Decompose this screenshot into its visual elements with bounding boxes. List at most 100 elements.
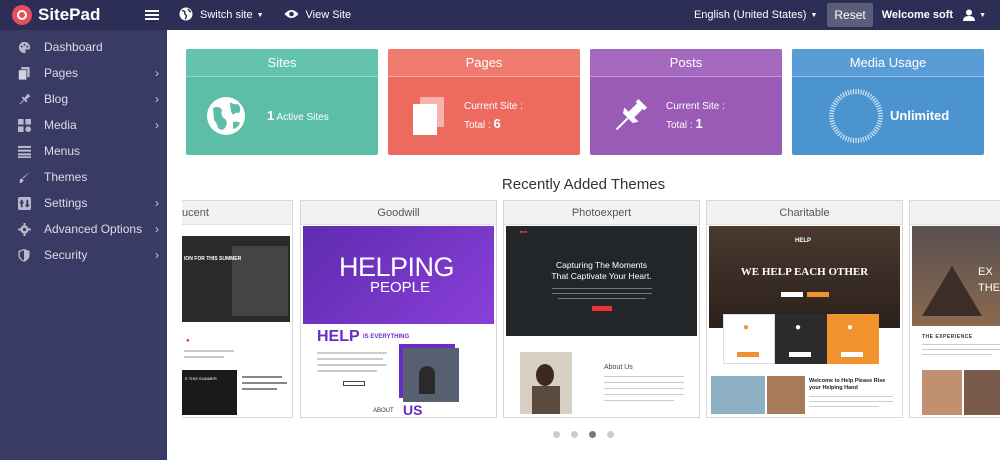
chevron-right-icon: › bbox=[155, 66, 159, 80]
switch-site-dropdown[interactable]: Switch site ▼ bbox=[179, 7, 264, 24]
theme-card-charitable[interactable]: Charitable HELP WE HELP EACH OTHER ● ● ●… bbox=[706, 200, 903, 418]
pages-icon bbox=[17, 66, 31, 80]
sidebar-item-label: Settings bbox=[44, 196, 88, 210]
posts-total: 1 bbox=[695, 116, 703, 131]
sidebar-item-pages[interactable]: Pages › bbox=[0, 60, 167, 86]
brand-name: SitePad bbox=[38, 5, 101, 24]
sidebar-item-dashboard[interactable]: Dashboard bbox=[0, 34, 167, 60]
pages-card[interactable]: Pages Current Site : Total : 6 bbox=[388, 49, 580, 155]
settings-icon bbox=[17, 196, 31, 210]
theme-hero-text: Capturing The Moments bbox=[555, 260, 648, 270]
carousel-pagination bbox=[167, 431, 1000, 438]
sidebar-item-themes[interactable]: Themes bbox=[0, 164, 167, 190]
theme-card-partial[interactable]: EX THE THE EXPERIENCE bbox=[909, 200, 1000, 418]
stats-cards: Sites 1 Active Sites Pages Current Site … bbox=[186, 49, 984, 155]
pin-icon bbox=[17, 92, 31, 106]
sidebar-item-label: Menus bbox=[44, 144, 81, 158]
theme-preview: HELPING PEOPLE HELP IS EVERYTHING ABOUT … bbox=[303, 226, 494, 415]
pages-total: 6 bbox=[493, 116, 501, 131]
caret-down-icon: ▼ bbox=[810, 11, 818, 19]
theme-name: ucent bbox=[182, 201, 292, 225]
hamburger-menu-icon[interactable] bbox=[145, 10, 159, 20]
sidebar-item-advanced-options[interactable]: Advanced Options › bbox=[0, 216, 167, 242]
language-label: English (United States) bbox=[693, 9, 807, 21]
posts-card-title: Posts bbox=[590, 49, 782, 77]
reset-button[interactable]: Reset bbox=[827, 3, 873, 27]
caret-down-icon: ▼ bbox=[979, 11, 986, 19]
theme-hero-sub: That Captivate Your Heart. bbox=[551, 271, 652, 281]
globe-icon bbox=[204, 94, 248, 138]
media-icon bbox=[17, 118, 31, 132]
theme-about-text: ABOUT bbox=[373, 408, 394, 414]
brand[interactable]: SitePad bbox=[0, 0, 167, 30]
chevron-right-icon: › bbox=[155, 92, 159, 106]
sidebar-item-label: Media bbox=[44, 118, 77, 132]
user-icon bbox=[963, 9, 976, 21]
posts-current-site: Current Site : bbox=[666, 101, 725, 112]
theme-preview: EX THE THE EXPERIENCE bbox=[912, 226, 1000, 415]
brush-icon bbox=[17, 170, 31, 184]
media-card-title: Media Usage bbox=[792, 49, 984, 77]
carousel-dot[interactable] bbox=[553, 431, 560, 438]
theme-help-sub: IS EVERYTHING bbox=[363, 334, 410, 340]
carousel-dot[interactable] bbox=[589, 431, 596, 438]
language-dropdown[interactable]: English (United States) ▼ bbox=[694, 9, 817, 21]
posts-total-label: Total : bbox=[666, 120, 693, 131]
theme-name: Photoexpert bbox=[504, 201, 699, 225]
sites-card[interactable]: Sites 1 Active Sites bbox=[186, 49, 378, 155]
media-usage-text: Unlimited bbox=[890, 107, 950, 123]
sites-card-title: Sites bbox=[186, 49, 378, 77]
globe-icon bbox=[179, 7, 193, 24]
palette-icon bbox=[17, 40, 31, 54]
carousel-dot[interactable] bbox=[607, 431, 614, 438]
theme-preview: ■■■ Capturing The Moments That Captivate… bbox=[506, 226, 697, 415]
theme-hero-text: ION FOR THIS SUMMER bbox=[184, 256, 242, 262]
menu-list-icon bbox=[17, 144, 31, 158]
sidebar-item-blog[interactable]: Blog › bbox=[0, 86, 167, 112]
pages-card-title: Pages bbox=[388, 49, 580, 77]
sidebar-item-settings[interactable]: Settings › bbox=[0, 190, 167, 216]
sidebar-item-security[interactable]: Security › bbox=[0, 242, 167, 268]
main-content: Sites 1 Active Sites Pages Current Site … bbox=[167, 30, 1000, 460]
sites-count: 1 bbox=[267, 107, 275, 123]
shield-icon bbox=[17, 248, 31, 262]
sitepad-logo-icon bbox=[12, 5, 32, 25]
gear-icon bbox=[17, 222, 31, 236]
sites-text: Active Sites bbox=[276, 111, 329, 123]
theme-about-text: About Us bbox=[604, 364, 633, 371]
switch-site-label: Switch site bbox=[200, 9, 253, 21]
theme-preview: HELP WE HELP EACH OTHER ● ● ● Welcome to… bbox=[709, 226, 900, 415]
posts-card[interactable]: Posts Current Site : Total : 1 bbox=[590, 49, 782, 155]
pushpin-icon bbox=[608, 94, 652, 138]
recent-themes-title: Recently Added Themes bbox=[501, 176, 666, 193]
theme-hero-text: WE HELP EACH OTHER bbox=[740, 266, 869, 278]
sidebar-item-media[interactable]: Media › bbox=[0, 112, 167, 138]
chevron-right-icon: › bbox=[155, 222, 159, 236]
theme-name: Goodwill bbox=[301, 201, 496, 225]
theme-card-photoexpert[interactable]: Photoexpert ■■■ Capturing The Moments Th… bbox=[503, 200, 700, 418]
pages-icon bbox=[406, 94, 450, 138]
view-site-link[interactable]: View Site bbox=[284, 9, 352, 22]
sidebar-item-menus[interactable]: Menus bbox=[0, 138, 167, 164]
theme-hero-sub: THE bbox=[978, 282, 1000, 294]
sidebar-item-label: Themes bbox=[44, 170, 88, 184]
media-usage-card[interactable]: Media Usage Unlimited bbox=[792, 49, 984, 155]
carousel-dot[interactable] bbox=[571, 431, 578, 438]
sidebar-item-label: Advanced Options bbox=[44, 222, 143, 236]
caret-down-icon: ▼ bbox=[256, 11, 264, 19]
usage-gauge-icon bbox=[826, 86, 886, 146]
pages-total-label: Total : bbox=[464, 120, 491, 131]
theme-card-ucent[interactable]: ucent ION FOR THIS SUMMER ● E THIS SUMME… bbox=[182, 200, 293, 418]
themes-carousel[interactable]: ucent ION FOR THIS SUMMER ● E THIS SUMME… bbox=[182, 200, 1000, 418]
theme-name: Charitable bbox=[707, 201, 902, 225]
theme-name bbox=[910, 201, 1000, 225]
sidebar-item-label: Pages bbox=[44, 66, 79, 80]
pages-current-site: Current Site : bbox=[464, 101, 523, 112]
user-menu[interactable]: ▼ bbox=[963, 9, 986, 21]
chevron-right-icon: › bbox=[155, 118, 159, 132]
view-site-label: View Site bbox=[305, 9, 352, 21]
theme-welcome-text: Welcome to Help Please Rise your Helping… bbox=[809, 378, 886, 391]
sidebar-item-label: Dashboard bbox=[44, 40, 103, 54]
theme-card-goodwill[interactable]: Goodwill HELPING PEOPLE HELP IS EVERYTHI… bbox=[300, 200, 497, 418]
theme-hero-sub: PEOPLE bbox=[370, 279, 431, 296]
